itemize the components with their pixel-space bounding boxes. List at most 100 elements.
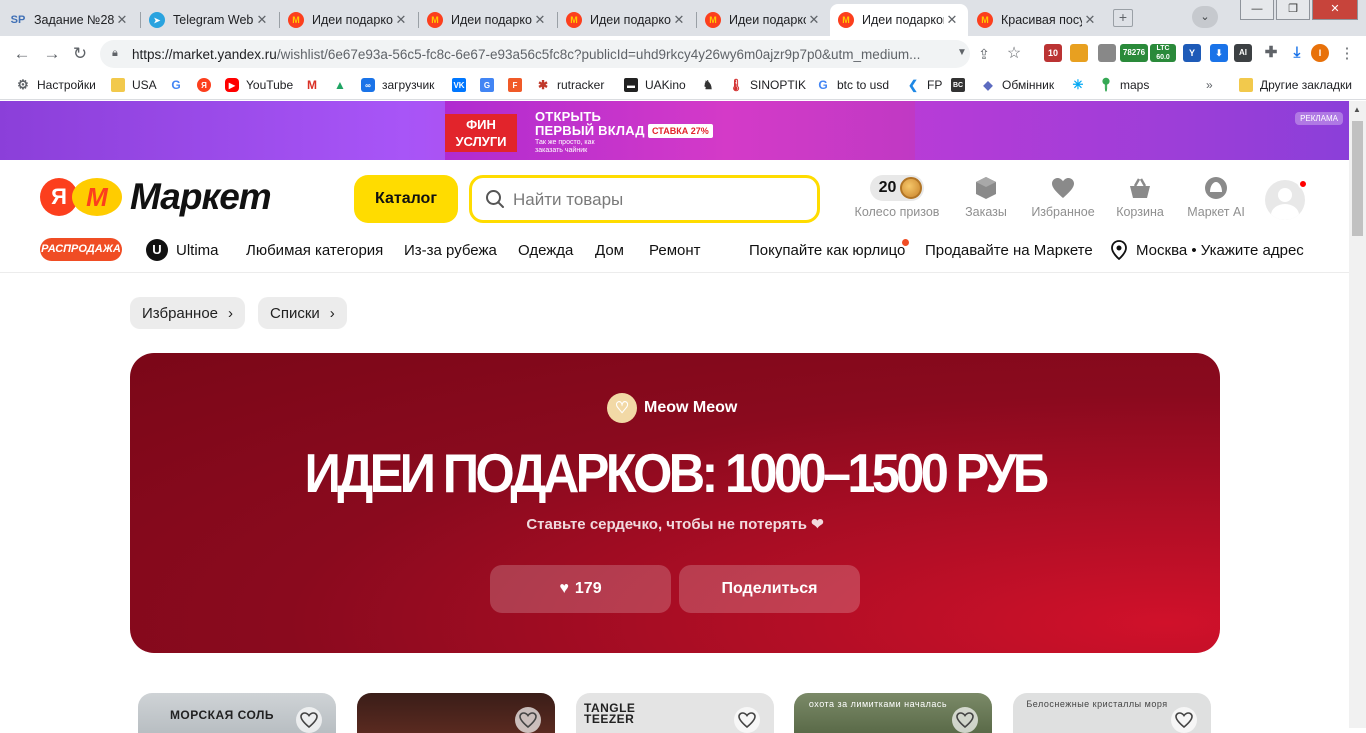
nav-buy-as-company[interactable]: Покупайте как юрлицо bbox=[749, 237, 905, 263]
breadcrumb-lists[interactable]: Списки › bbox=[258, 297, 347, 329]
nav-home[interactable]: Дом bbox=[595, 237, 624, 263]
bookmark-star[interactable]: ✳ bbox=[1071, 77, 1092, 92]
orders-button[interactable]: Заказы bbox=[946, 175, 1026, 219]
nav-sell-on-market[interactable]: Продавайте на Маркете bbox=[925, 237, 1093, 263]
extension-download-icon[interactable]: ⬇ bbox=[1210, 44, 1228, 62]
market-ai-button[interactable]: Маркет AI bbox=[1176, 175, 1256, 219]
browser-tab[interactable]: M Идеи подарков ✕ bbox=[558, 4, 695, 36]
browser-tab[interactable]: SP Задание №284 ✕ bbox=[2, 4, 138, 36]
extension-btc-icon[interactable]: 78276 bbox=[1120, 44, 1148, 62]
favorite-heart-icon[interactable] bbox=[952, 707, 978, 733]
browser-tab[interactable]: M Красивая посу ✕ bbox=[969, 4, 1106, 36]
product-card[interactable]: МОРСКАЯ СОЛЬ bbox=[138, 693, 336, 733]
ad-label[interactable]: РЕКЛАМА bbox=[1295, 112, 1343, 125]
product-card[interactable]: Белоснежные кристаллы моря bbox=[1013, 693, 1211, 733]
back-arrow-icon[interactable]: ← bbox=[12, 44, 32, 64]
close-icon[interactable]: ✕ bbox=[806, 12, 822, 28]
other-bookmarks[interactable]: Другие закладки bbox=[1239, 78, 1352, 92]
prize-wheel-button[interactable]: 20 Колесо призов bbox=[852, 175, 942, 219]
bookmark-exchange[interactable]: ◆ Обмінник bbox=[981, 78, 1054, 92]
favorite-heart-icon[interactable] bbox=[296, 707, 322, 733]
share-button[interactable]: Поделиться bbox=[679, 565, 860, 613]
scrollbar-thumb[interactable] bbox=[1352, 121, 1363, 236]
browser-tab[interactable]: ➤ Telegram Web ✕ bbox=[141, 4, 278, 36]
bookmark-chess[interactable]: ♞ bbox=[701, 78, 722, 92]
sale-badge[interactable]: РАСПРОДАЖА bbox=[40, 238, 122, 261]
bookmark-vk[interactable]: VK bbox=[452, 78, 473, 92]
ad-banner[interactable]: ФИН УСЛУГИ ОТКРЫТЬ ПЕРВЫЙ ВКЛАД СТАВКА 2… bbox=[0, 101, 1349, 160]
bookmark-drive[interactable]: ▲ bbox=[333, 78, 354, 92]
bookmark-fp[interactable]: ❮ FP bbox=[906, 78, 942, 92]
breadcrumb-favorites[interactable]: Избранное › bbox=[130, 297, 246, 329]
favorite-heart-icon[interactable] bbox=[734, 707, 760, 733]
address-bar[interactable]: 🔒︎ https://market.yandex.ru/wishlist/6e6… bbox=[100, 40, 970, 68]
close-icon[interactable]: ✕ bbox=[671, 12, 687, 28]
cart-button[interactable]: Корзина bbox=[1100, 175, 1180, 219]
close-icon[interactable]: ✕ bbox=[1082, 12, 1098, 28]
new-tab-button[interactable]: + bbox=[1113, 9, 1133, 27]
menu-kebab-icon[interactable]: ⋮ bbox=[1337, 44, 1357, 64]
bookmark-yandex[interactable]: Я bbox=[197, 78, 218, 92]
bookmark-maps[interactable]: 📍︎ maps bbox=[1098, 77, 1150, 92]
extensions-puzzle-icon[interactable]: ✚ bbox=[1262, 44, 1280, 62]
extension-brave-icon[interactable] bbox=[1070, 44, 1088, 62]
like-list-button[interactable]: ♥ 179 bbox=[490, 565, 671, 613]
tab-search-button[interactable]: ⌄ bbox=[1192, 6, 1218, 28]
maximize-button[interactable]: ❐ bbox=[1276, 0, 1310, 20]
catalog-button[interactable]: Каталог bbox=[354, 175, 458, 223]
bookmark-loader[interactable]: ∞ загрузчик bbox=[361, 78, 434, 92]
browser-tab-active[interactable]: M Идеи подарков ✕ bbox=[830, 4, 968, 36]
bookmark-star-icon[interactable]: ☆ bbox=[1004, 44, 1024, 64]
close-icon[interactable]: ✕ bbox=[944, 12, 960, 28]
url-text[interactable]: https://market.yandex.ru/wishlist/6e67e9… bbox=[132, 47, 957, 62]
downloads-icon[interactable]: ⤓ bbox=[1288, 44, 1306, 62]
favorite-heart-icon[interactable] bbox=[1171, 707, 1197, 733]
market-logo[interactable]: Я M Маркет bbox=[40, 176, 272, 218]
bookmark-btc-to-usd[interactable]: Gbtc to usd bbox=[816, 78, 889, 92]
close-icon[interactable]: ✕ bbox=[393, 12, 409, 28]
browser-tab[interactable]: M Идеи подарков ✕ bbox=[280, 4, 417, 36]
bookmark-f[interactable]: F bbox=[508, 78, 529, 92]
scroll-up-arrow-icon[interactable]: ▲ bbox=[1353, 105, 1361, 114]
nav-favorite-category[interactable]: Любимая категория bbox=[246, 237, 383, 263]
nav-from-abroad[interactable]: Из-за рубежа bbox=[404, 237, 497, 263]
nav-repair[interactable]: Ремонт bbox=[649, 237, 701, 263]
bookmarks-more-button[interactable]: » bbox=[1206, 78, 1213, 92]
browser-tab[interactable]: M Идеи подарков ✕ bbox=[419, 4, 556, 36]
bookmark-settings[interactable]: ⚙ Настройки bbox=[16, 77, 96, 92]
bookmark-google[interactable]: G bbox=[169, 78, 190, 92]
extension-shield-icon[interactable]: 10 bbox=[1044, 44, 1062, 62]
product-card[interactable]: TANGLE TEEZER bbox=[576, 693, 774, 733]
search-box[interactable] bbox=[469, 175, 820, 223]
bookmark-gmail[interactable]: M bbox=[305, 78, 326, 92]
product-card[interactable]: охота за лимитками началась bbox=[794, 693, 992, 733]
reload-icon[interactable]: ↻ bbox=[70, 44, 90, 64]
close-icon[interactable]: ✕ bbox=[254, 12, 270, 28]
favorites-button[interactable]: Избранное bbox=[1023, 175, 1103, 219]
extension-ai-icon[interactable]: AI bbox=[1234, 44, 1252, 62]
list-owner[interactable]: ♡ Meow Meow bbox=[607, 393, 737, 423]
nav-clothes[interactable]: Одежда bbox=[518, 237, 573, 263]
page-scrollbar[interactable]: ▲ bbox=[1349, 101, 1366, 728]
bookmark-youtube[interactable]: ▶ YouTube bbox=[225, 78, 293, 92]
ad-creative[interactable]: ФИН УСЛУГИ ОТКРЫТЬ ПЕРВЫЙ ВКЛАД СТАВКА 2… bbox=[445, 101, 915, 160]
bookmark-usa[interactable]: USA bbox=[111, 78, 157, 92]
bookmark-sinoptik[interactable]: 🌡︎ SINOPTIK bbox=[728, 78, 806, 92]
extension-v-icon[interactable]: Y bbox=[1183, 44, 1201, 62]
bookmark-uakino[interactable]: ▬ UAKino bbox=[624, 78, 686, 92]
close-icon[interactable]: ✕ bbox=[532, 12, 548, 28]
search-input[interactable] bbox=[513, 188, 803, 212]
extension-ltc-icon[interactable]: LTC 60.0 bbox=[1150, 44, 1176, 62]
minimize-button[interactable]: — bbox=[1240, 0, 1274, 20]
favorite-heart-icon[interactable] bbox=[515, 707, 541, 733]
browser-tab[interactable]: M Идеи подарков ✕ bbox=[697, 4, 830, 36]
location-selector[interactable]: Москва • Укажите адрес bbox=[1110, 237, 1304, 263]
nav-ultima[interactable]: U Ultima bbox=[146, 237, 219, 263]
forward-arrow-icon[interactable]: → bbox=[42, 44, 62, 64]
close-icon[interactable]: ✕ bbox=[114, 12, 130, 28]
chevron-down-icon[interactable]: ▼ bbox=[957, 47, 967, 58]
profile-avatar-icon[interactable]: I bbox=[1311, 44, 1329, 62]
product-card[interactable] bbox=[357, 693, 555, 733]
bookmark-bc[interactable]: BC bbox=[951, 78, 972, 92]
close-window-button[interactable]: ✕ bbox=[1312, 0, 1358, 20]
